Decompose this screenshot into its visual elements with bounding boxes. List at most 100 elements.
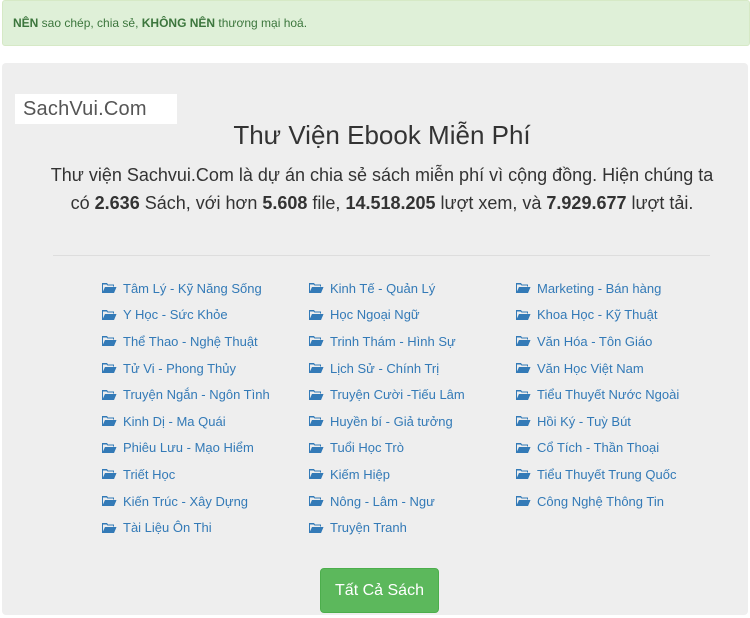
folder-open-icon <box>515 389 531 401</box>
folder-open-icon <box>101 468 117 480</box>
category-label: Tiểu Thuyết Trung Quốc <box>537 466 677 482</box>
category-label: Công Nghệ Thông Tin <box>537 493 664 509</box>
category-link[interactable]: Marketing - Bán hàng <box>515 275 679 302</box>
folder-open-icon <box>515 442 531 454</box>
category-link[interactable]: Huyền bí - Giả tưởng <box>308 408 465 435</box>
download-count: 7.929.677 <box>546 193 627 213</box>
category-label: Truyện Cười -Tiếu Lâm <box>330 387 465 403</box>
page-title: Thư Viện Ebook Miễn Phí <box>233 120 531 150</box>
folder-open-icon <box>515 495 531 507</box>
category-link[interactable]: Kiếm Hiệp <box>308 461 465 488</box>
category-link[interactable]: Truyện Ngắn - Ngôn Tình <box>101 381 270 408</box>
notice-allowed: NÊN <box>13 16 39 30</box>
category-label: Truyện Tranh <box>330 520 407 536</box>
all-books-button[interactable]: Tất Cả Sách <box>320 568 439 613</box>
folder-open-icon <box>101 309 117 321</box>
folder-open-icon <box>515 309 531 321</box>
desc-text-5: lượt tải. <box>626 193 694 213</box>
category-label: Tử Vi - Phong Thủy <box>123 360 237 376</box>
category-column-2: Kinh Tế - Quản Lý Học Ngoại Ngữ Trinh Thám… <box>308 275 465 541</box>
notice-banner: NÊN sao chép, chia sẻ, KHÔNG NÊN thương … <box>2 0 750 46</box>
folder-open-icon <box>308 415 324 427</box>
notice-text-1: sao chép, chia sẻ, <box>38 16 142 30</box>
folder-open-icon <box>101 442 117 454</box>
folder-open-icon <box>515 282 531 294</box>
desc-text-2: Sách, với hơn <box>139 193 263 213</box>
category-link[interactable]: Phiêu Lưu - Mạo Hiểm <box>101 435 270 462</box>
category-link[interactable]: Kiến Trúc - Xây Dựng <box>101 488 270 515</box>
book-count: 2.636 <box>94 193 140 213</box>
category-label: Kinh Tế - Quản Lý <box>330 280 436 296</box>
folder-open-icon <box>308 442 324 454</box>
category-link[interactable]: Tâm Lý - Kỹ Năng Sống <box>101 275 270 302</box>
category-label: Hồi Ký - Tuỳ Bút <box>537 413 631 429</box>
folder-open-icon <box>101 495 117 507</box>
category-label: Học Ngoại Ngữ <box>330 307 420 323</box>
category-label: Kiếm Hiệp <box>330 466 390 482</box>
notice-forbidden: KHÔNG NÊN <box>141 16 216 30</box>
folder-open-icon <box>308 495 324 507</box>
category-link[interactable]: Tiểu Thuyết Trung Quốc <box>515 461 679 488</box>
category-link[interactable]: Kinh Dị - Ma Quái <box>101 408 270 435</box>
desc-text-4: lượt xem, và <box>435 193 547 213</box>
folder-open-icon <box>308 309 324 321</box>
category-label: Y Học - Sức Khỏe <box>123 307 228 323</box>
folder-open-icon <box>101 335 117 347</box>
category-label: Khoa Học - Kỹ Thuật <box>537 307 658 323</box>
category-link[interactable]: Văn Học Việt Nam <box>515 355 679 382</box>
category-link[interactable]: Lịch Sử - Chính Trị <box>308 355 465 382</box>
desc-text-3: file, <box>307 193 346 213</box>
category-link[interactable]: Tài Liệu Ôn Thi <box>101 514 270 541</box>
category-link[interactable]: Khoa Học - Kỹ Thuật <box>515 302 679 329</box>
category-link[interactable]: Kinh Tế - Quản Lý <box>308 275 465 302</box>
category-link[interactable]: Học Ngoại Ngữ <box>308 302 465 329</box>
category-link[interactable]: Truyện Cười -Tiếu Lâm <box>308 381 465 408</box>
category-label: Văn Học Việt Nam <box>537 360 644 376</box>
folder-open-icon <box>101 389 117 401</box>
category-label: Tài Liệu Ôn Thi <box>123 520 212 536</box>
category-column-3: Marketing - Bán hàng Khoa Học - Kỹ Thuật V… <box>515 275 679 514</box>
category-link[interactable]: Tiểu Thuyết Nước Ngoài <box>515 381 679 408</box>
category-label: Tâm Lý - Kỹ Năng Sống <box>123 280 262 296</box>
category-link[interactable]: Văn Hóa - Tôn Giáo <box>515 328 679 355</box>
category-label: Huyền bí - Giả tưởng <box>330 413 453 429</box>
category-link[interactable]: Tử Vi - Phong Thủy <box>101 355 270 382</box>
divider <box>53 255 710 256</box>
category-label: Lịch Sử - Chính Trị <box>330 360 440 376</box>
folder-open-icon <box>101 282 117 294</box>
category-link[interactable]: Triết Học <box>101 461 270 488</box>
folder-open-icon <box>308 362 324 374</box>
folder-open-icon <box>101 362 117 374</box>
category-label: Nông - Lâm - Ngư <box>330 493 435 509</box>
category-link[interactable]: Trinh Thám - Hình Sự <box>308 328 465 355</box>
category-link[interactable]: Tuổi Học Trò <box>308 435 465 462</box>
folder-open-icon <box>515 362 531 374</box>
library-description: Thư viện Sachvui.Com là dự án chia sẻ sá… <box>42 161 722 217</box>
category-link[interactable]: Hồi Ký - Tuỳ Bút <box>515 408 679 435</box>
category-label: Marketing - Bán hàng <box>537 280 662 296</box>
category-label: Cổ Tích - Thần Thoại <box>537 440 660 456</box>
folder-open-icon <box>101 522 117 534</box>
folder-open-icon <box>308 282 324 294</box>
folder-open-icon <box>308 468 324 480</box>
category-label: Kiến Trúc - Xây Dựng <box>123 493 249 509</box>
file-count: 5.608 <box>262 193 308 213</box>
category-label: Kinh Dị - Ma Quái <box>123 413 226 429</box>
category-label: Văn Hóa - Tôn Giáo <box>537 333 653 349</box>
view-count: 14.518.205 <box>345 193 436 213</box>
category-label: Thể Thao - Nghệ Thuật <box>123 333 258 349</box>
category-link[interactable]: Công Nghệ Thông Tin <box>515 488 679 515</box>
category-link[interactable]: Cổ Tích - Thần Thoại <box>515 435 679 462</box>
folder-open-icon <box>308 389 324 401</box>
category-label: Tuổi Học Trò <box>330 440 404 456</box>
category-link[interactable]: Y Học - Sức Khỏe <box>101 302 270 329</box>
category-label: Phiêu Lưu - Mạo Hiểm <box>123 440 254 456</box>
category-link[interactable]: Nông - Lâm - Ngư <box>308 488 465 515</box>
folder-open-icon <box>515 415 531 427</box>
library-panel: SachVui.Com Thư Viện Ebook Miễn Phí Thư … <box>2 63 748 615</box>
folder-open-icon <box>308 335 324 347</box>
category-link[interactable]: Thể Thao - Nghệ Thuật <box>101 328 270 355</box>
category-link[interactable]: Truyện Tranh <box>308 514 465 541</box>
folder-open-icon <box>515 468 531 480</box>
folder-open-icon <box>101 415 117 427</box>
